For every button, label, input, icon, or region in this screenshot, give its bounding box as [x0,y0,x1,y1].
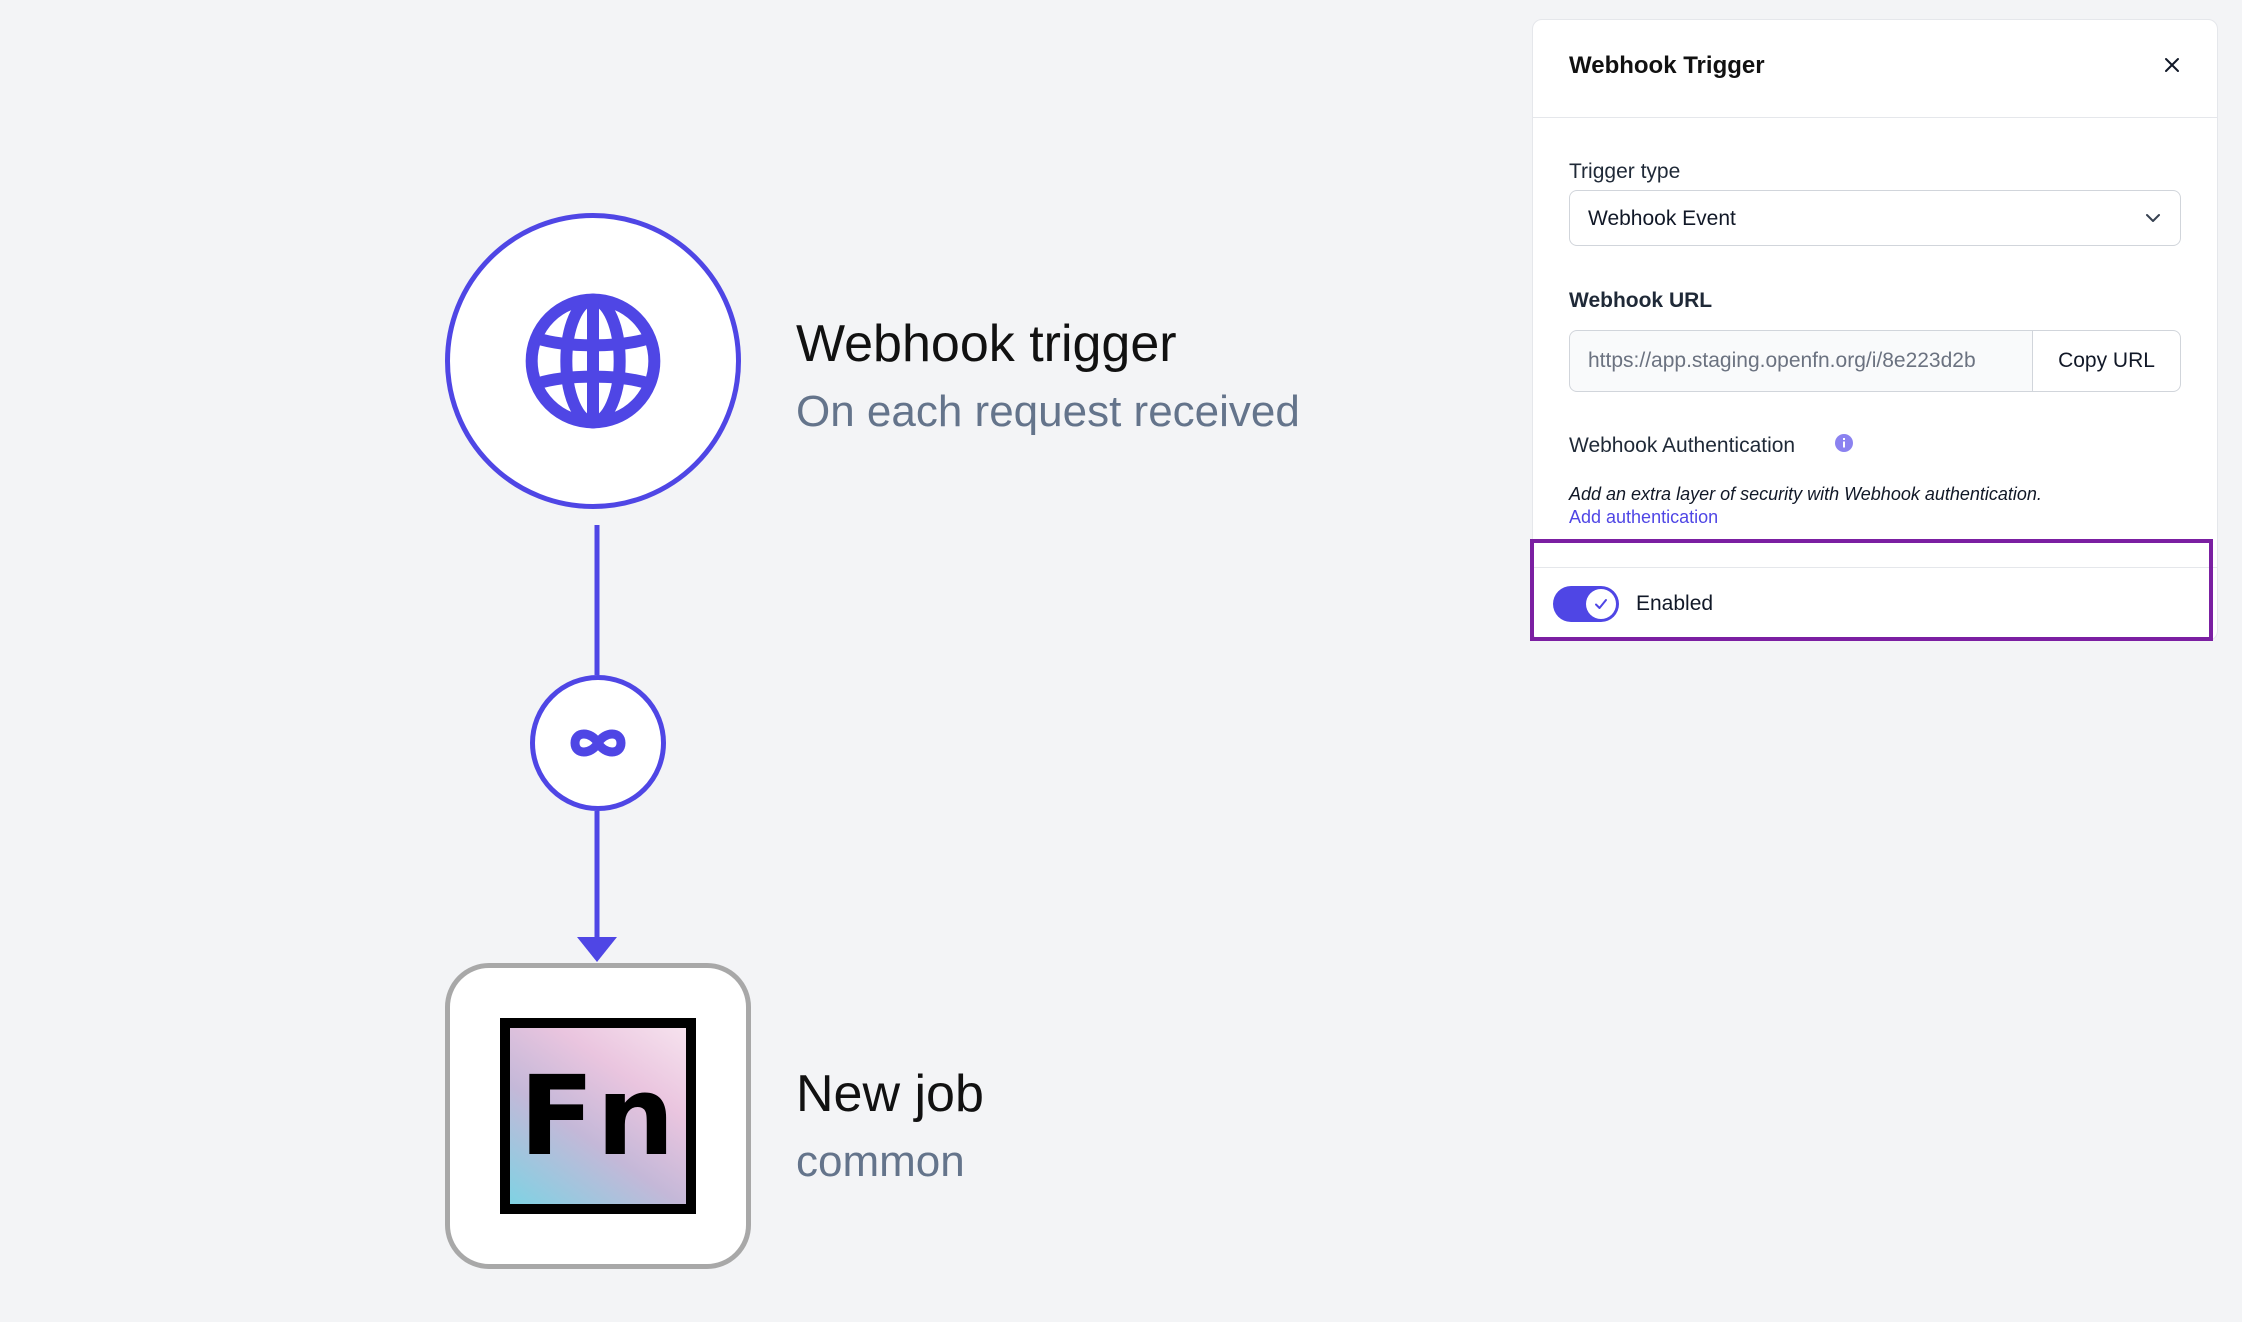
trigger-type-value: Webhook Event [1588,207,1736,230]
job-node-title: New job [796,1065,984,1123]
enabled-label: Enabled [1636,592,1714,615]
edge-condition-button[interactable] [530,675,666,811]
edge-arrowhead [577,937,617,962]
toggle-knob [1586,589,1616,619]
chevron-down-icon [2146,214,2160,222]
workflow-canvas[interactable]: Webhook trigger On each request received… [0,0,1500,1322]
fn-logo-icon: Fn [500,1018,696,1214]
globe-icon [525,293,661,429]
webhook-url-input[interactable]: https://app.staging.openfn.org/i/8e223d2… [1569,330,2033,392]
trigger-settings-panel: Webhook Trigger Trigger type Webhook Eve… [1532,19,2218,641]
check-icon [1595,599,1607,609]
enabled-toggle[interactable] [1553,586,1619,622]
info-icon[interactable] [1833,432,1855,454]
trigger-type-select[interactable]: Webhook Event [1569,190,2181,246]
webhook-auth-help-text: Add an extra layer of security with Webh… [1569,484,2042,504]
job-node[interactable]: Fn [445,963,751,1269]
panel-title: Webhook Trigger [1569,52,1765,79]
trigger-type-label: Trigger type [1569,160,1681,183]
webhook-url-label: Webhook URL [1569,289,1713,312]
trigger-node-subtitle: On each request received [796,387,1300,436]
close-button[interactable] [2157,50,2187,80]
copy-url-button[interactable]: Copy URL [2032,330,2181,392]
add-authentication-link[interactable]: Add authentication [1569,507,1718,528]
trigger-node[interactable] [445,213,741,509]
job-node-subtitle: common [796,1137,965,1186]
job-node-label: New job common [796,1068,984,1184]
trigger-node-title: Webhook trigger [796,315,1177,373]
panel-header: Webhook Trigger [1533,20,2217,118]
panel-divider [1533,567,2217,568]
webhook-url-group: https://app.staging.openfn.org/i/8e223d2… [1569,330,2181,392]
trigger-node-label: Webhook trigger On each request received [796,318,1300,434]
webhook-auth-label: Webhook Authentication [1569,434,1796,457]
fn-logo-text: Fn [519,1052,677,1180]
infinity-icon [570,729,626,757]
close-icon [2165,58,2179,72]
